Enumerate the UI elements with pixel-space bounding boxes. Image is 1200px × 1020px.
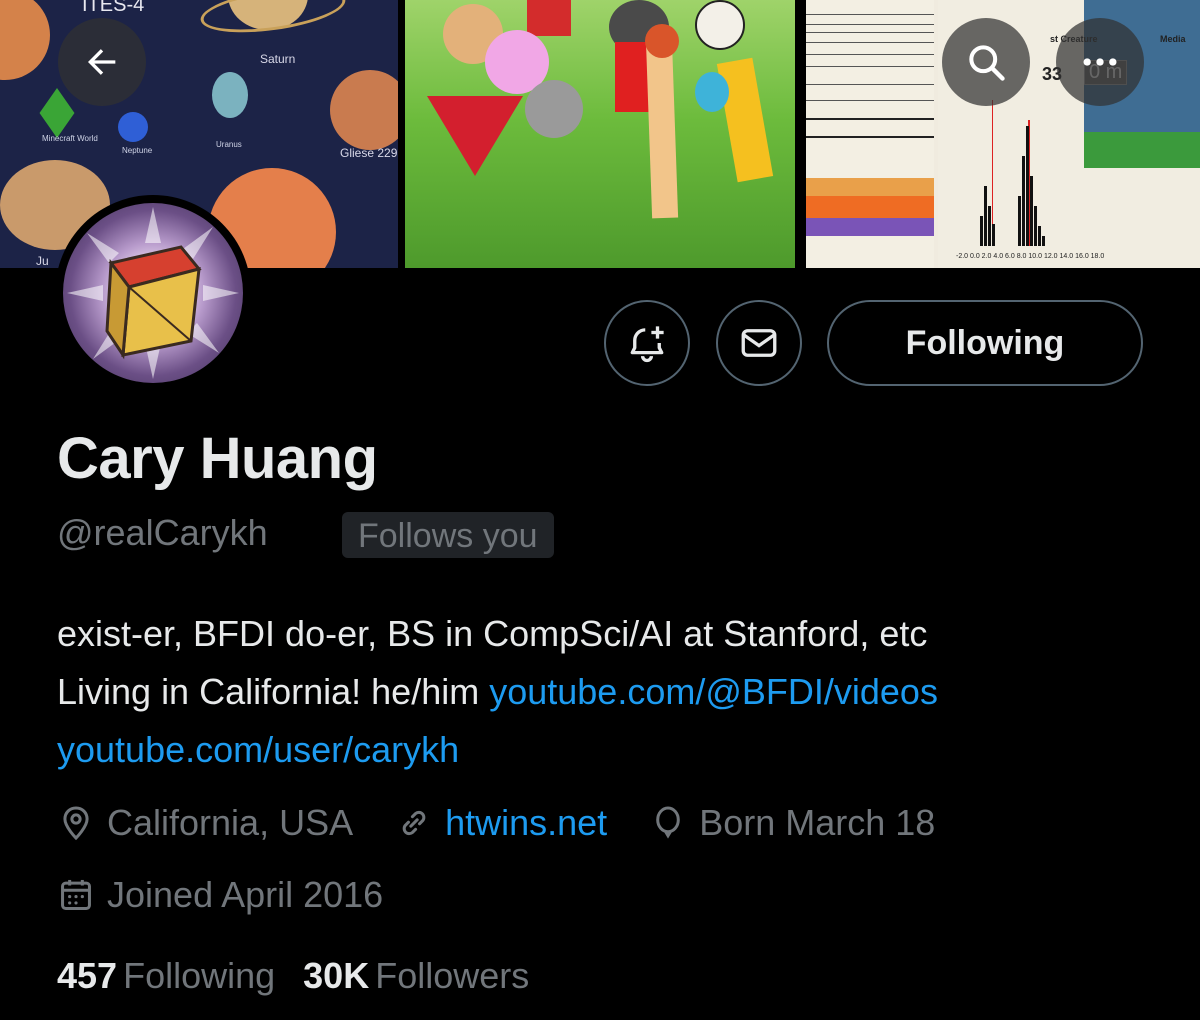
avatar[interactable] — [55, 195, 251, 391]
joined-item: Joined April 2016 — [57, 874, 383, 916]
avatar-cube-image — [67, 207, 239, 379]
website-item[interactable]: htwins.net — [395, 802, 607, 844]
following-count: 457 — [57, 955, 118, 996]
following-button[interactable]: Following — [827, 300, 1143, 386]
character-ruby — [427, 96, 523, 176]
more-options-button[interactable] — [1056, 18, 1144, 106]
profile-bio: exist-er, BFDI do-er, BS in CompSci/AI a… — [57, 605, 1157, 779]
profile-meta-row: Joined April 2016 — [57, 874, 425, 916]
birthday-item: Born March 18 — [649, 802, 935, 844]
back-button[interactable] — [58, 18, 146, 106]
follows-you-badge: Follows you — [342, 512, 554, 558]
followers-stat-link[interactable]: 30K Followers — [303, 955, 529, 997]
character-match-head — [645, 24, 679, 58]
banner-label-minecraft: Minecraft World — [42, 134, 98, 143]
profile-name: Cary Huang — [57, 426, 378, 491]
banner-label-neptune: Neptune — [122, 146, 153, 155]
banner-label-ites: ITES-4 — [82, 0, 145, 16]
link-icon — [402, 810, 426, 836]
sim-label-media: Media — [1160, 34, 1186, 44]
character-teardrop — [695, 72, 729, 112]
banner-label-uranus: Uranus — [216, 140, 242, 149]
banner-label-ju: Ju — [36, 254, 49, 268]
notifications-button[interactable] — [604, 300, 690, 386]
profile-meta-row: California, USA htwins.net Born March 18 — [57, 802, 977, 844]
banner-label-gliese: Gliese 229 — [340, 146, 398, 160]
search-icon — [969, 45, 1005, 81]
followers-label: Followers — [375, 955, 530, 996]
website-link[interactable]: htwins.net — [445, 802, 607, 844]
mail-icon — [741, 329, 777, 357]
planet-shape — [212, 72, 248, 118]
planet-shape — [0, 0, 50, 80]
location-pin-icon — [63, 806, 89, 841]
planet-shape — [330, 70, 398, 150]
arrow-left-icon — [88, 49, 116, 75]
follow-stats: 457 Following 30K Followers — [57, 955, 557, 997]
search-button[interactable] — [942, 18, 1030, 106]
banner-bfdi-panel — [405, 0, 795, 268]
joined-text: Joined April 2016 — [107, 874, 384, 915]
more-horizontal-icon — [1083, 58, 1117, 66]
following-label: Following — [123, 955, 276, 996]
sim-axis-ticks: -2.0 0.0 2.0 4.0 6.0 8.0 10.0 12.0 14.0 … — [956, 253, 1105, 260]
message-button[interactable] — [716, 300, 802, 386]
balloon-icon — [656, 806, 680, 839]
location-text: California, USA — [107, 802, 354, 843]
calendar-icon — [61, 879, 91, 910]
followers-count: 30K — [303, 955, 370, 996]
birthday-text: Born March 18 — [699, 802, 936, 843]
character-nickel — [525, 80, 583, 138]
bio-line: exist-er, BFDI do-er, BS in CompSci/AI a… — [57, 613, 928, 654]
location-item: California, USA — [57, 802, 353, 844]
character-fries — [527, 0, 571, 36]
planet-ring — [197, 0, 349, 40]
profile-handle: @realCarykh — [57, 512, 268, 553]
banner-label-saturn: Saturn — [260, 52, 296, 66]
bio-link-youtube-carykh[interactable]: youtube.com/user/carykh — [57, 729, 459, 770]
bell-plus-icon — [630, 326, 664, 363]
following-stat-link[interactable]: 457 Following — [57, 955, 275, 997]
bio-link-youtube-bfdi[interactable]: youtube.com/@BFDI/videos — [489, 671, 938, 712]
bio-text: Living in California! he/him — [57, 671, 490, 712]
character-face — [695, 0, 745, 50]
minecraft-world-shape — [39, 88, 75, 138]
planet-shape — [118, 112, 148, 142]
